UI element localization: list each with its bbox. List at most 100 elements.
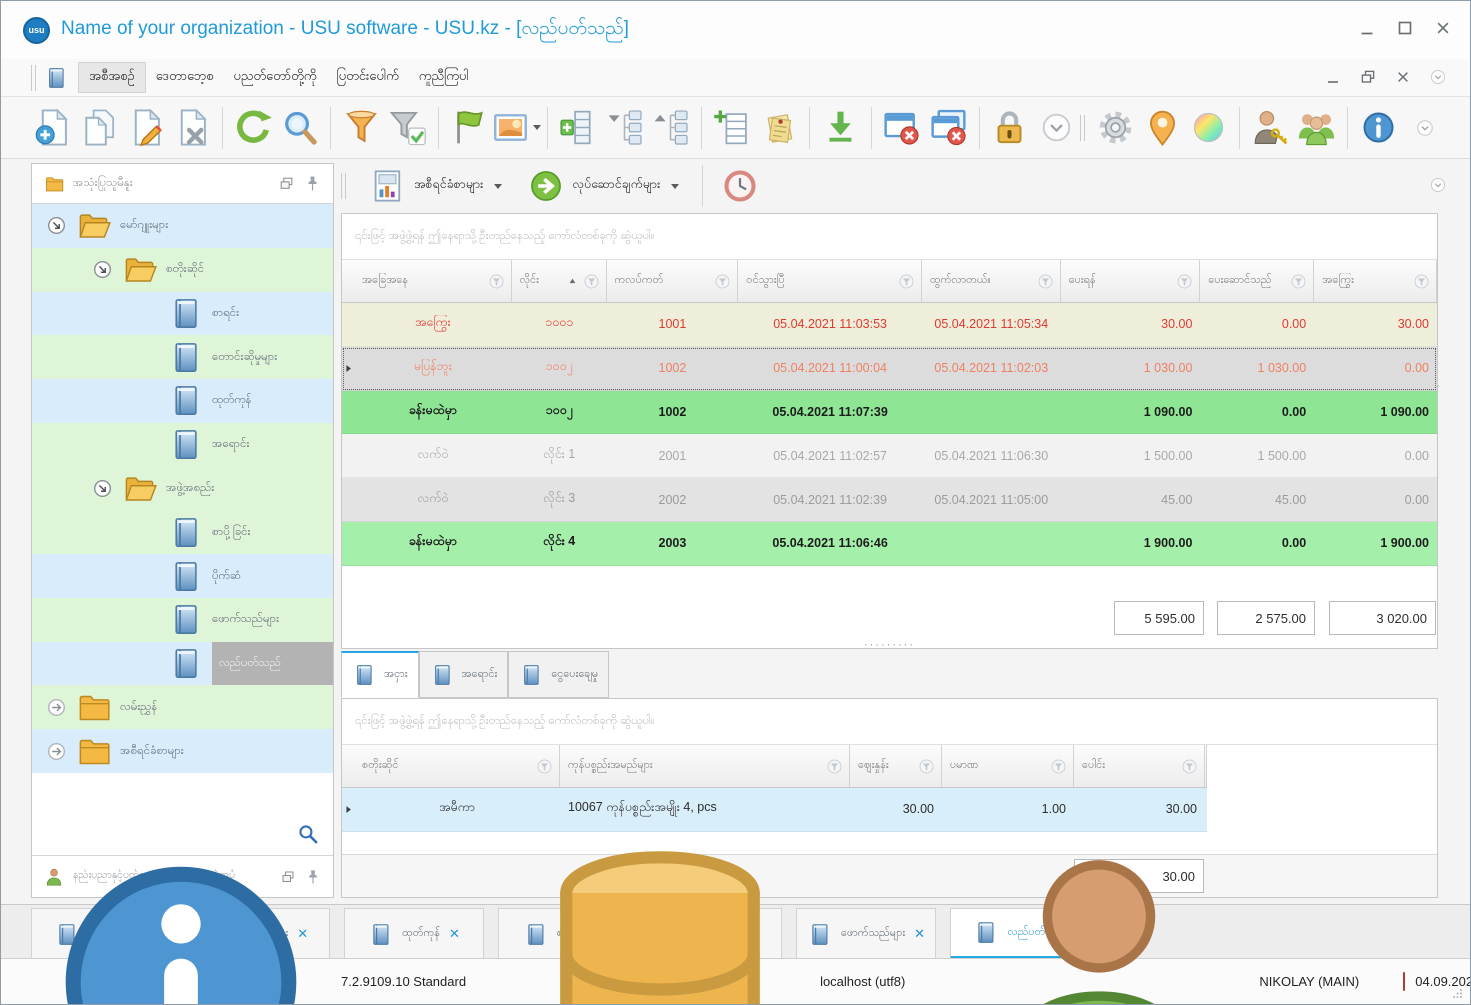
mdi-restore-button[interactable] — [1358, 67, 1378, 87]
column-header-1[interactable]: အခြေအနေ — [354, 260, 512, 302]
close-tab-icon[interactable]: ✕ — [914, 926, 925, 942]
detail-tab-2[interactable]: အရောင်း — [419, 651, 509, 698]
folder-open-icon — [122, 471, 157, 506]
colors-button[interactable] — [1186, 104, 1233, 152]
column-header-2[interactable]: လိုင်း — [512, 260, 607, 302]
document-tab-6[interactable]: ဖောက်သည်များ✕ — [796, 908, 936, 959]
delete-document-button[interactable] — [169, 104, 216, 152]
more-button[interactable] — [1033, 104, 1080, 152]
sidebar-item-11[interactable]: လည်ပတ်သည် — [32, 642, 333, 686]
sidebar-item-13[interactable]: အစီရင်ခံစာများ — [32, 729, 333, 773]
copy-document-button[interactable] — [76, 104, 123, 152]
notes-button[interactable] — [756, 104, 803, 152]
detail-column-header-2[interactable]: ကုန်ပစ္စည်းအမည်များ — [560, 745, 850, 787]
pin-icon[interactable] — [304, 175, 321, 192]
detail-tab-1[interactable]: အငှား — [341, 651, 419, 698]
toolbar-grip[interactable] — [341, 173, 346, 199]
expand-tree-button[interactable] — [648, 104, 695, 152]
sidebar-item-12[interactable]: လမ်းညွှန် — [32, 685, 333, 729]
sidebar-item-5[interactable]: ထုတ်ကုန် — [32, 379, 333, 423]
column-header-5[interactable]: ထွက်လာတယ်။ — [922, 260, 1061, 302]
close-window-button[interactable] — [879, 104, 926, 152]
import-button[interactable] — [817, 104, 864, 152]
detail-column-header-3[interactable]: ဈေးနှုန်း — [850, 745, 942, 787]
table-row[interactable]: ခန်းမထဲမှာလိုင်း 4200305.04.2021 11:06:4… — [342, 522, 1437, 566]
add-table-button[interactable] — [709, 104, 756, 152]
mdi-more-button[interactable] — [1428, 67, 1448, 87]
menu-item-4[interactable]: ပြတင်းပေါက် — [327, 63, 409, 92]
table-row[interactable]: လက်ဝဲလိုင်း 1200105.04.2021 11:02:5705.0… — [342, 434, 1437, 478]
secondary-toolbar: အစီရင်ခံစာများလုပ်ဆောင်ချက်များ — [341, 161, 1456, 211]
user-label[interactable]: NIKOLAY (MAIN) — [1259, 974, 1359, 989]
table-row[interactable]: လက်ဝဲလိုင်း 3200205.04.2021 11:02:3905.0… — [342, 478, 1437, 522]
refresh-button[interactable] — [230, 104, 277, 152]
detail-column-header-1[interactable]: စတိုးဆိုင် — [354, 745, 560, 787]
cell: 05.04.2021 11:03:53 — [738, 317, 922, 331]
sidebar-item-10[interactable]: ဖောက်သည်များ — [32, 598, 333, 642]
search-button[interactable] — [277, 104, 324, 152]
timer-button[interactable] — [716, 162, 763, 210]
book-icon — [430, 663, 454, 687]
close-tab-icon[interactable]: ✕ — [449, 926, 460, 942]
sidebar-item-9[interactable]: ပိုက်ဆံ — [32, 554, 333, 598]
close-button[interactable] — [1432, 17, 1454, 39]
menu-item-2[interactable]: ဒေတာဘေ့စ — [146, 63, 224, 92]
detail-table-row[interactable]: အမီကာ10067 ကုန်ပစ္စည်းအမျိုး 4, pcs30.00… — [342, 788, 1207, 832]
table-row[interactable]: မပြန်ဘူး၁၀၀၂100205.04.2021 11:00:0405.04… — [342, 347, 1437, 391]
detail-tab-label: အငှား — [384, 667, 408, 683]
flag-button[interactable] — [446, 104, 493, 152]
users-button[interactable] — [1294, 104, 1341, 152]
actions-button[interactable]: လုပ်ဆောင်ချက်များ — [518, 164, 689, 208]
toolbar-more-button[interactable] — [1428, 175, 1448, 195]
column-header-7[interactable]: ပေးဆောင်သည် — [1200, 260, 1314, 302]
current-row-marker-icon — [343, 363, 354, 374]
cell: 05.04.2021 11:06:30 — [922, 449, 1061, 463]
image-button[interactable] — [493, 104, 540, 152]
sidebar-item-4[interactable]: တောင်းဆိုမှုများ — [32, 335, 333, 379]
location-button[interactable] — [1139, 104, 1186, 152]
menu-item-5[interactable]: ကူညီကြပါ — [409, 63, 479, 92]
menu-item-3[interactable]: ပညတ်တော်တို့ကို — [223, 63, 326, 92]
document-tab-3[interactable]: ထုတ်ကုန်✕ — [344, 908, 484, 959]
minimize-button[interactable] — [1356, 17, 1378, 39]
reports-button[interactable]: အစီရင်ခံစာများ — [360, 164, 512, 208]
sidebar-item-3[interactable]: စာရင်း — [32, 292, 333, 336]
new-document-button[interactable] — [29, 104, 76, 152]
detail-column-header-4[interactable]: ပမာဏ — [942, 745, 1074, 787]
filter-apply-button[interactable] — [385, 104, 432, 152]
collapse-tree-button[interactable] — [601, 104, 648, 152]
database-label[interactable]: localhost (utf8) — [820, 974, 905, 989]
resize-grip[interactable] — [1448, 984, 1464, 1000]
column-header-6[interactable]: ပေးရန် — [1061, 260, 1201, 302]
add-rows-button[interactable] — [555, 104, 602, 152]
sidebar-item-6[interactable]: အရောင်း — [32, 423, 333, 467]
user-key-button[interactable] — [1247, 104, 1294, 152]
mdi-close-button[interactable] — [1393, 67, 1413, 87]
sidebar-item-1[interactable]: မော်ဂျူးများ — [32, 204, 333, 248]
edit-document-button[interactable] — [122, 104, 169, 152]
sidebar-item-7[interactable]: အဖွဲ့အစည်း — [32, 467, 333, 511]
column-header-8[interactable]: အကြွေး — [1314, 260, 1437, 302]
sidebar-item-8[interactable]: စာပို့ခြင်း — [32, 510, 333, 554]
undock-icon[interactable] — [278, 175, 295, 192]
sidebar-item-2[interactable]: စတိုးဆိုင် — [32, 248, 333, 292]
menu-item-1[interactable]: အစီအစဉ် — [78, 62, 146, 93]
settings-button[interactable] — [1093, 104, 1140, 152]
column-header-4[interactable]: ဝင်သွားပြီ — [738, 260, 922, 302]
filter-button[interactable] — [338, 104, 385, 152]
splitter-handle[interactable]: ········· — [341, 639, 1438, 651]
toolbar-grip[interactable] — [1080, 115, 1085, 141]
toolbar-more-button[interactable] — [1402, 104, 1449, 152]
mdi-minimize-button[interactable] — [1323, 67, 1343, 87]
maximize-button[interactable] — [1394, 17, 1416, 39]
toolbar-grip[interactable] — [31, 65, 36, 91]
table-row[interactable]: အကြွေး၁၀၀၁100105.04.2021 11:03:5305.04.2… — [342, 303, 1437, 347]
detail-column-header-5[interactable]: ပေါင်း — [1074, 745, 1205, 787]
lock-button[interactable] — [987, 104, 1034, 152]
close-all-windows-button[interactable] — [925, 104, 972, 152]
filter-apply-icon — [388, 108, 427, 147]
detail-tab-3[interactable]: ငွေပေးချေမှု — [508, 651, 609, 698]
info-button[interactable] — [1355, 104, 1402, 152]
column-header-3[interactable]: ကလပ်ကတ် — [607, 260, 739, 302]
table-row[interactable]: ခန်းမထဲမှာ၁၀၀၂100205.04.2021 11:07:391 0… — [342, 391, 1437, 435]
